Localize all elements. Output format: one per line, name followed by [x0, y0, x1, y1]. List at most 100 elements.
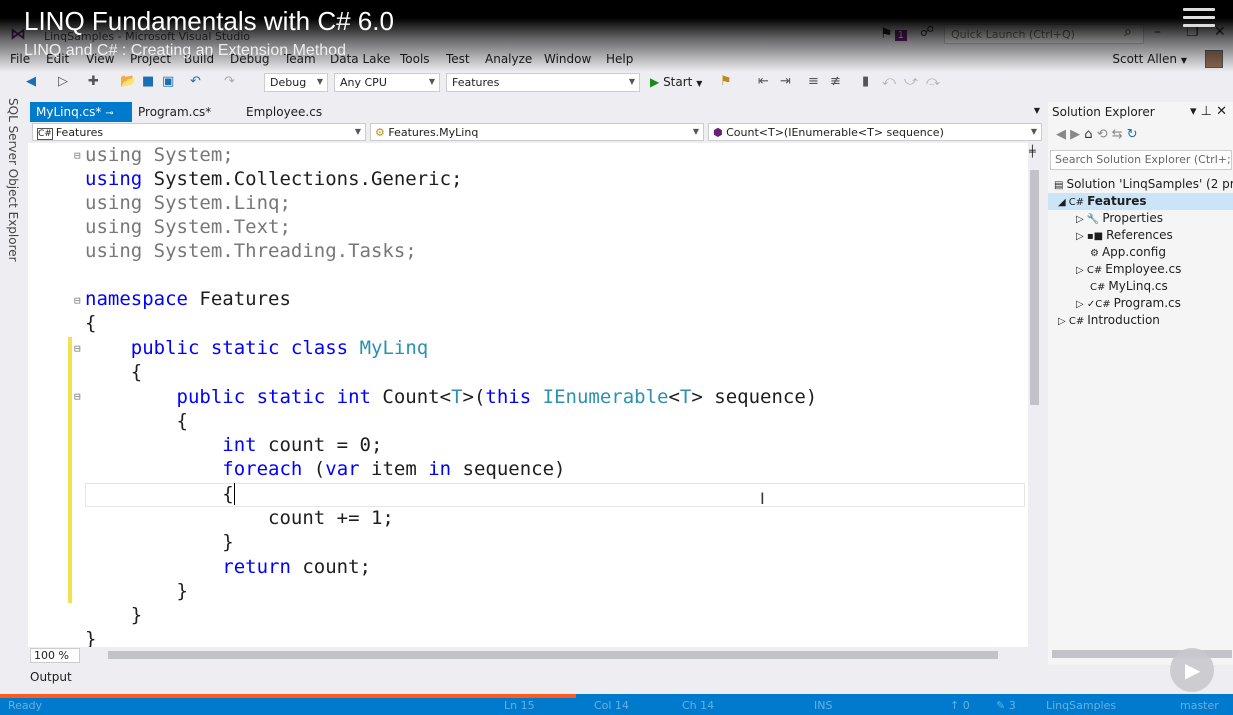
uncomment-icon[interactable]: ≢	[830, 74, 841, 89]
forward-icon[interactable]: ▷	[58, 74, 68, 89]
tree-item-references[interactable]: ▷ ▪■ References	[1076, 227, 1173, 244]
tree-item-solution[interactable]: ▤Solution 'LinqSamples' (2 projects)	[1054, 176, 1233, 193]
refresh-icon[interactable]: ↻	[1127, 127, 1138, 142]
tab-employee[interactable]: Employee.cs	[240, 102, 340, 122]
video-play-button[interactable]: ▶	[1170, 648, 1214, 692]
status-repo[interactable]: LinqSamples	[1046, 699, 1116, 712]
start-button[interactable]: ▶ Start ▼	[650, 75, 702, 89]
solution-platform-dropdown[interactable]: Any CPU ▼	[334, 73, 440, 92]
csharp-file-icon: C#	[1090, 282, 1106, 293]
home-icon[interactable]: ⌂	[1084, 127, 1092, 142]
start-label: Start	[663, 75, 693, 89]
tab-mylinq[interactable]: MyLinq.cs* ⊸ ✕	[30, 102, 132, 133]
back-icon[interactable]: ◀	[26, 74, 36, 89]
notification-flag-icon[interactable]: ⚑ 1	[880, 26, 907, 42]
vertical-scroll-thumb[interactable]	[1030, 170, 1039, 405]
code-line: count += 1;	[85, 507, 394, 529]
tree-item-employee[interactable]: ▷ C# Employee.cs	[1076, 261, 1181, 278]
project-dropdown[interactable]: C# Features ▼	[32, 123, 366, 141]
tree-item-mylinq[interactable]: C# MyLinq.cs	[1090, 278, 1168, 295]
save-icon[interactable]: ■	[142, 74, 154, 89]
solution-search-input[interactable]: Search Solution Explorer (Ctrl+;)	[1050, 150, 1232, 170]
menu-window[interactable]: Window	[544, 52, 591, 66]
history-icon[interactable]: ⟲	[1097, 127, 1108, 142]
code-line: public static int Count<T>(this IEnumera…	[176, 386, 818, 408]
status-branch[interactable]: master	[1180, 699, 1219, 712]
tab-program[interactable]: Program.cs*	[132, 102, 240, 122]
code-line: {	[85, 482, 247, 506]
tree-label: Features	[1087, 194, 1147, 208]
tab-overflow-icon[interactable]: ▼	[1034, 106, 1040, 115]
csharp-file-icon: ▷ ✓C#	[1076, 299, 1111, 310]
step-icon[interactable]: ⇤	[758, 74, 769, 89]
expand-icon: ◢	[1058, 197, 1066, 208]
output-panel-tab[interactable]: Output	[0, 666, 1233, 694]
new-project-icon[interactable]: ✚	[88, 74, 99, 89]
open-file-icon[interactable]: 📂	[120, 74, 136, 89]
play-icon: ▶	[650, 75, 660, 89]
undo-icon[interactable]: ↶	[190, 74, 201, 89]
zoom-dropdown[interactable]: 100 % ▼	[30, 648, 80, 674]
class-dropdown[interactable]: ⚙ Features.MyLinq ▼	[370, 123, 704, 141]
quick-launch-input[interactable]: Quick Launch (Ctrl+Q)	[944, 24, 1144, 44]
fold-toggle-icon[interactable]: ⊟	[74, 294, 81, 307]
feedback-icon[interactable]: ☍	[920, 24, 934, 40]
code-line: {	[85, 361, 143, 383]
split-icon[interactable]: ╪	[1029, 145, 1036, 158]
prev-bookmark-icon[interactable]: ⤺	[882, 74, 896, 89]
menu-icon[interactable]	[1183, 8, 1215, 30]
tree-item-features[interactable]: ◢ C# Features	[1048, 193, 1233, 210]
sql-server-object-explorer-tab[interactable]: SQL Server Object Explorer	[6, 98, 20, 262]
indent-icon[interactable]: ⇥	[780, 74, 791, 89]
search-icon[interactable]: ⌕	[1124, 24, 1132, 40]
tree-item-program[interactable]: ▷ ✓C# Program.cs	[1076, 295, 1181, 312]
tab-employee-label: Employee.cs	[246, 105, 323, 119]
code-line: using System.Text;	[85, 216, 291, 238]
csharp-project-icon: C#	[37, 128, 53, 140]
pin-icon[interactable]: ⊸	[105, 108, 113, 119]
forward-icon[interactable]: ▶	[1070, 127, 1080, 142]
avatar[interactable]	[1205, 50, 1223, 68]
startup-project-dropdown[interactable]: Features ▼	[446, 73, 640, 92]
back-icon[interactable]: ◀	[1056, 127, 1066, 142]
menu-help[interactable]: Help	[606, 52, 633, 66]
horizontal-scroll-thumb[interactable]	[108, 651, 998, 659]
code-line: using System.Threading.Tasks;	[85, 240, 417, 262]
menu-test[interactable]: Test	[446, 52, 470, 66]
sync-icon[interactable]: ⇆	[1112, 127, 1123, 142]
status-up-icon[interactable]: ↑ 0	[950, 699, 970, 712]
redo-icon[interactable]: ↷	[224, 74, 235, 89]
course-title: LINQ Fundamentals with C# 6.0	[24, 6, 394, 36]
bookmark-icon[interactable]: ▮	[862, 74, 869, 89]
status-edits-icon[interactable]: ✎ 3	[996, 699, 1016, 712]
tab-mylinq-label: MyLinq.cs*	[36, 105, 102, 119]
fold-toggle-icon[interactable]: ⊟	[74, 149, 81, 162]
solution-configuration-dropdown[interactable]: Debug ▼	[264, 73, 328, 92]
member-dropdown[interactable]: ⬢ Count<T>(IEnumerable<T> sequence) ▼	[708, 123, 1042, 141]
save-all-icon[interactable]: ▣	[162, 74, 174, 89]
minimize-button[interactable]: –	[1154, 24, 1161, 40]
next-bookmark-icon[interactable]: ⤻	[904, 74, 918, 89]
clear-bookmarks-icon[interactable]: ⤼	[926, 74, 940, 89]
solution-icon: ▤	[1054, 180, 1064, 191]
horizontal-scrollbar[interactable]: 100 % ▼	[28, 647, 1044, 674]
browser-link-icon[interactable]: ⚑	[720, 74, 732, 89]
menu-analyze[interactable]: Analyze	[485, 52, 532, 66]
close-button[interactable]: ✕	[1214, 24, 1226, 40]
status-insert-mode: INS	[814, 699, 833, 712]
tree-item-introduction[interactable]: ▷ C# Introduction	[1058, 312, 1160, 329]
code-line: }	[85, 580, 188, 602]
zoom-value: 100 %	[34, 649, 69, 662]
tree-label: Program.cs	[1113, 296, 1181, 310]
close-icon[interactable]: ▾ ⊥ ✕	[1190, 104, 1227, 119]
fold-toggle-icon[interactable]: ⊟	[74, 390, 81, 403]
video-progress-bar[interactable]	[0, 694, 576, 698]
code-editor[interactable]: ⊟ ⊟ ⊟ ⊟ using System; using System.Colle…	[28, 143, 1028, 647]
tree-item-properties[interactable]: ▷ 🔧 Properties	[1076, 210, 1163, 227]
user-name[interactable]: Scott Allen ▼	[1112, 52, 1209, 66]
comment-icon[interactable]: ≡	[808, 74, 819, 89]
menu-tools[interactable]: Tools	[400, 52, 430, 66]
class-icon: ⚙	[375, 126, 385, 139]
fold-toggle-icon[interactable]: ⊟	[74, 342, 81, 355]
tree-item-app-config[interactable]: ⚙ App.config	[1090, 244, 1166, 261]
